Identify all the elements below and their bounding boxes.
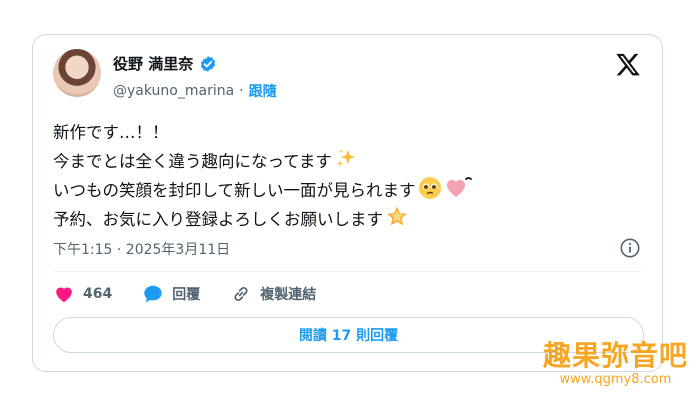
action-bar: 464 回覆 複製連結 — [53, 283, 346, 305]
tweet-line-4: 予約、お気に入り登録よろしくお願いします — [53, 205, 643, 234]
author-handle[interactable]: @yakuno_marina — [113, 83, 234, 99]
pleading-face-icon — [418, 177, 441, 199]
tweet-line-3: いつもの笑顔を封印して新しい一面が見られます — [53, 176, 643, 205]
author-display-name[interactable]: 役野 満里奈 — [113, 53, 193, 74]
reply-label: 回覆 — [172, 287, 201, 303]
copy-link-label: 複製連結 — [260, 287, 317, 303]
follow-link[interactable]: 跟隨 — [249, 81, 277, 101]
tweet-timestamp[interactable]: 下午1:15 · 2025年3月11日 — [53, 239, 230, 259]
author-handle-row: @yakuno_marina · 跟隨 — [113, 81, 277, 101]
verified-badge-icon — [201, 55, 216, 72]
info-icon[interactable] — [619, 237, 641, 259]
author-name-row: 役野 満里奈 — [113, 53, 217, 74]
tweet-card: 役野 満里奈 @yakuno_marina · 跟隨 新作です…！！ 今までとは… — [32, 34, 663, 372]
avatar[interactable] — [53, 49, 101, 97]
tweet-text: 新作です…！！ 今までとは全く違う趣向になってます いつもの笑顔を封印して新しい… — [53, 119, 643, 234]
tweet-line-2: 今までとは全く違う趣向になってます — [53, 147, 643, 176]
x-logo-icon[interactable] — [614, 51, 642, 79]
watermark-url: www.qgmy8.com — [559, 372, 672, 387]
separator: · — [239, 83, 244, 99]
tweet-line-1: 新作です…！！ — [53, 123, 169, 142]
like-count: 464 — [83, 286, 113, 302]
reply-bubble-icon — [144, 285, 162, 303]
copy-link-button[interactable]: 複製連結 — [230, 283, 316, 305]
watermark-title: 趣果弥音吧 — [542, 339, 688, 372]
reply-button[interactable]: 回覆 — [142, 283, 200, 305]
sparkles-icon — [336, 149, 355, 167]
watermark: 趣果弥音吧 www.qgmy8.com — [543, 340, 688, 388]
like-button[interactable]: 464 — [53, 283, 112, 305]
pink-heart-icon — [446, 177, 472, 197]
glowing-star-icon — [387, 206, 407, 226]
heart-icon — [56, 287, 72, 303]
link-icon — [234, 287, 248, 301]
divider — [53, 271, 642, 272]
